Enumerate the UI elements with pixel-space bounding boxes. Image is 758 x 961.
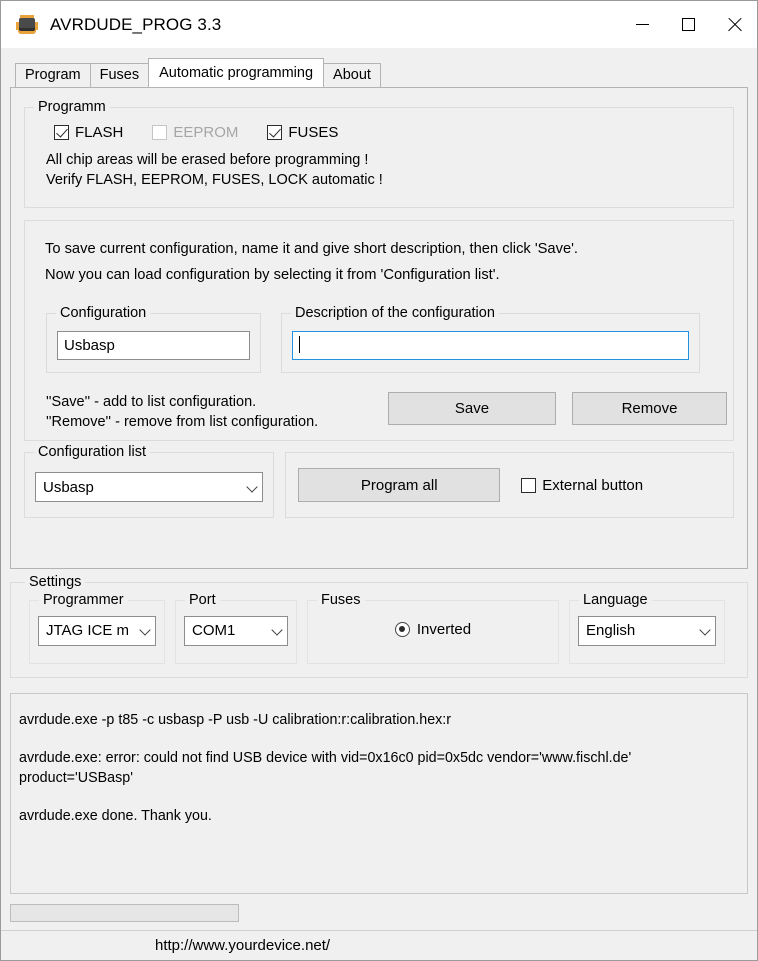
program-area-checkboxes: FLASH EEPROM FUSES (54, 124, 733, 141)
port-selected-value: COM1 (192, 622, 236, 639)
fuses-settings-label: Fuses (317, 591, 365, 608)
console-line: avrdude.exe: error: could not find USB d… (19, 749, 632, 786)
tab-automatic-programming[interactable]: Automatic programming (148, 58, 325, 87)
radio-inverted[interactable] (394, 621, 410, 637)
settings-group: Settings Programmer JTAG ICE m Port COM1… (10, 573, 748, 678)
chevron-down-icon (272, 625, 283, 636)
programm-group-label: Programm (34, 99, 110, 115)
configuration-list-group: Configuration list Usbasp (24, 444, 275, 518)
language-select[interactable]: English (578, 615, 716, 646)
remove-button[interactable]: Remove (572, 392, 727, 425)
checkbox-external-button[interactable] (521, 477, 537, 493)
radio-inverted-label: Inverted (416, 620, 472, 638)
checkbox-fuses[interactable] (267, 125, 283, 140)
configuration-list-select[interactable]: Usbasp (35, 472, 264, 502)
minimize-icon (635, 23, 649, 25)
configuration-description-label: Description of the configuration (291, 305, 499, 321)
checkbox-eeprom (152, 125, 168, 140)
progress-bar (10, 904, 239, 922)
console-line: avrdude.exe -p t85 -c usbasp -P usb -U c… (19, 711, 452, 728)
window-controls (619, 1, 757, 47)
configuration-list-label: Configuration list (34, 444, 150, 460)
maximize-icon (681, 17, 695, 31)
program-all-button[interactable]: Program all (298, 468, 501, 502)
configuration-buttons-row: ''Save'' - add to list configuration. ''… (46, 392, 733, 432)
programmer-group: Programmer JTAG ICE m (29, 591, 165, 664)
checkbox-external-button-label: External button (542, 476, 644, 494)
external-button-wrap: External button (521, 477, 643, 494)
fuses-inverted-radio-wrap[interactable]: Inverted (308, 621, 558, 638)
language-group: Language English (569, 591, 725, 664)
console-line: avrdude.exe done. Thank you. (19, 807, 212, 824)
settings-group-label: Settings (25, 573, 86, 590)
configuration-help-line1: To save current configuration, name it a… (45, 241, 579, 257)
configuration-list-row: Configuration list Usbasp Program all Ex… (24, 444, 734, 518)
configuration-description-group: Description of the configuration (281, 305, 700, 373)
remove-note: ''Remove'' - remove from list configurat… (46, 414, 319, 430)
configuration-description-input[interactable] (292, 331, 689, 360)
status-bar: http://www.yourdevice.net/ (1, 930, 757, 960)
save-note: ''Save'' - add to list configuration. (46, 394, 257, 410)
programmer-label: Programmer (39, 591, 128, 608)
programm-group: Programm FLASH EEPROM FUSES All chip are… (24, 99, 734, 208)
tab-program[interactable]: Program (15, 63, 91, 87)
chevron-down-icon (140, 625, 151, 636)
configuration-name-label: Configuration (56, 305, 151, 321)
port-label: Port (185, 591, 220, 608)
language-selected-value: English (586, 622, 636, 639)
chevron-down-icon (247, 482, 258, 493)
programmer-selected-value: JTAG ICE m (46, 622, 130, 639)
microchip-icon (15, 13, 39, 37)
console-output[interactable]: avrdude.exe -p t85 -c usbasp -P usb -U c… (10, 692, 748, 894)
checkbox-eeprom-label: EEPROM (173, 124, 239, 141)
app-window: AVRDUDE_PROG 3.3 Program Fuses Automatic… (0, 0, 758, 961)
configuration-name-group: Configuration Usbasp (46, 305, 261, 373)
programmer-select[interactable]: JTAG ICE m (38, 615, 156, 646)
configuration-name-input[interactable]: Usbasp (57, 331, 250, 360)
chevron-down-icon (700, 625, 711, 636)
configuration-fields-row: Configuration Usbasp Description of the … (46, 305, 733, 373)
erase-note: All chip areas will be erased before pro… (46, 152, 369, 168)
configuration-list-selected-value: Usbasp (43, 478, 94, 496)
tab-about[interactable]: About (323, 63, 381, 87)
verify-note: Verify FLASH, EEPROM, FUSES, LOCK automa… (46, 172, 383, 188)
configuration-panel: To save current configuration, name it a… (24, 220, 734, 441)
language-label: Language (579, 591, 652, 608)
checkbox-flash[interactable] (54, 125, 69, 140)
title-bar: AVRDUDE_PROG 3.3 (1, 1, 757, 48)
settings-row: Programmer JTAG ICE m Port COM1 Fuses In… (29, 591, 747, 664)
close-icon (727, 17, 742, 32)
text-caret (299, 336, 300, 353)
tab-page-automatic-programming: Programm FLASH EEPROM FUSES All chip are… (10, 87, 748, 569)
checkbox-flash-label: FLASH (75, 124, 124, 141)
port-group: Port COM1 (175, 591, 297, 664)
port-select[interactable]: COM1 (184, 615, 288, 646)
save-button[interactable]: Save (388, 392, 556, 425)
window-title: AVRDUDE_PROG 3.3 (50, 14, 222, 34)
fuses-settings-group: Fuses Inverted (307, 591, 559, 664)
maximize-button[interactable] (665, 1, 711, 47)
tab-fuses[interactable]: Fuses (89, 63, 150, 87)
close-button[interactable] (711, 1, 757, 47)
tab-strip: Program Fuses Automatic programming Abou… (15, 58, 757, 87)
minimize-button[interactable] (619, 1, 665, 47)
configuration-help-line2: Now you can load configuration by select… (45, 267, 500, 283)
progress-wrap (10, 904, 748, 922)
program-all-group: Program all External button (285, 452, 734, 518)
configuration-button-notes: ''Save'' - add to list configuration. ''… (46, 392, 386, 432)
checkbox-fuses-label: FUSES (288, 124, 339, 141)
status-url[interactable]: http://www.yourdevice.net/ (155, 937, 330, 954)
